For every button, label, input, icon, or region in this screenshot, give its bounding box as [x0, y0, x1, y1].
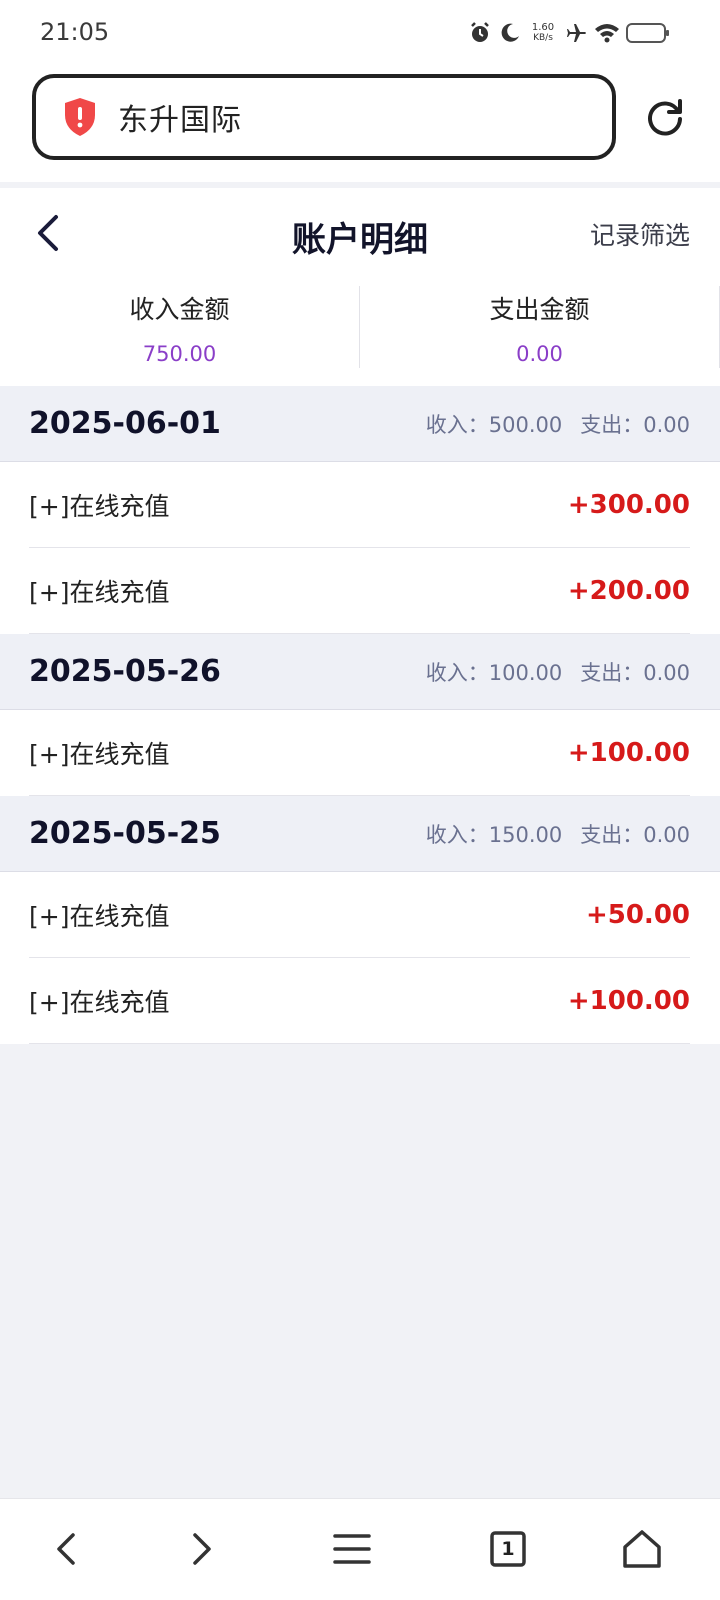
record-row[interactable]: [+]在线充值 +300.00: [29, 462, 690, 548]
alarm-icon: [471, 22, 489, 42]
chevron-left-icon: [57, 1533, 75, 1565]
reload-button[interactable]: [640, 92, 690, 142]
day-stats: 收入：150.00 支出：0.00: [426, 819, 690, 849]
record-amount: +50.00: [585, 899, 690, 930]
record-row[interactable]: [+]在线充值 +100.00: [29, 710, 690, 796]
day-header: 2025-06-01 收入：500.00 支出：0.00: [0, 386, 720, 462]
record-label: [+]在线充值: [29, 987, 170, 1017]
filter-records-button[interactable]: 记录筛选: [590, 216, 690, 252]
home-icon: [623, 1530, 661, 1568]
income-label: 收入金额: [129, 295, 230, 324]
home-button[interactable]: [612, 1519, 672, 1579]
record-amount: +200.00: [567, 575, 690, 606]
reload-icon: [648, 99, 682, 136]
nav-back-button[interactable]: [36, 1519, 96, 1579]
record-label: [+]在线充值: [29, 901, 170, 931]
day-stats: 收入：100.00 支出：0.00: [426, 657, 690, 687]
battery-icon: [626, 23, 669, 43]
moon-icon: [501, 23, 519, 42]
day-date: 2025-06-01: [29, 406, 221, 441]
day-income: 收入：500.00: [425, 412, 563, 437]
day-expense: 支出：0.00: [580, 412, 690, 437]
browser-bottom-nav: 1: [0, 1498, 720, 1600]
shield-warning-icon: [65, 98, 95, 136]
day-records: [+]在线充值 +300.00 [+]在线充值 +200.00: [0, 462, 720, 634]
record-row[interactable]: [+]在线充值 +100.00: [29, 958, 690, 1044]
day-records: [+]在线充值 +50.00 [+]在线充值 +100.00: [0, 872, 720, 1044]
airplane-icon: [567, 24, 586, 42]
day-header: 2025-05-25 收入：150.00 支出：0.00: [0, 796, 720, 872]
net-speed-unit: KB/s: [533, 33, 553, 43]
day-date: 2025-05-26: [29, 654, 221, 689]
record-amount: +100.00: [567, 985, 690, 1016]
browser-toolbar: 东升国际: [0, 64, 720, 182]
status-bar: 21:05 1.60 KB/s: [0, 0, 720, 64]
record-row[interactable]: [+]在线充值 +50.00: [29, 872, 690, 958]
nav-forward-button[interactable]: [172, 1519, 232, 1579]
tab-count: 1: [501, 1538, 515, 1560]
day-date: 2025-05-25: [29, 816, 221, 851]
net-speed: 1.60 KB/s: [528, 22, 558, 44]
income-value: 750.00: [142, 342, 217, 366]
chevron-right-icon: [193, 1533, 211, 1565]
record-amount: +300.00: [567, 489, 690, 520]
records-list: 2025-06-01 收入：500.00 支出：0.00 [+]在线充值 +30…: [0, 386, 720, 1044]
page: 21:05 1.60 KB/s 东升国际 账户明细 记录筛选 收入金额 750.…: [0, 0, 720, 1600]
net-speed-value: 1.60: [531, 22, 555, 33]
record-label: [+]在线充值: [29, 739, 170, 769]
record-label: [+]在线充值: [29, 491, 170, 521]
record-amount: +100.00: [567, 737, 690, 768]
income-summary: 收入金额 750.00: [0, 286, 360, 368]
summary-panel: 收入金额 750.00 支出金额 0.00: [0, 278, 720, 386]
day-records: [+]在线充值 +100.00: [0, 710, 720, 796]
expense-summary: 支出金额 0.00: [360, 286, 720, 368]
app-header: 账户明细 记录筛选: [0, 188, 720, 278]
record-label: [+]在线充值: [29, 577, 170, 607]
record-row[interactable]: [+]在线充值 +200.00: [29, 548, 690, 634]
wifi-icon: [595, 24, 619, 43]
menu-icon: [333, 1534, 371, 1564]
tabs-button[interactable]: 1: [478, 1519, 538, 1579]
address-bar[interactable]: 东升国际: [32, 74, 616, 160]
expense-label: 支出金额: [489, 295, 590, 324]
expense-value: 0.00: [516, 342, 563, 366]
menu-button[interactable]: [322, 1519, 382, 1579]
address-text: 东升国际: [118, 103, 242, 138]
day-income: 收入：100.00: [425, 660, 563, 685]
day-expense: 支出：0.00: [580, 660, 690, 685]
status-time: 21:05: [40, 18, 110, 46]
day-header: 2025-05-26 收入：100.00 支出：0.00: [0, 634, 720, 710]
day-income: 收入：150.00: [425, 822, 563, 847]
day-stats: 收入：500.00 支出：0.00: [426, 409, 690, 439]
day-expense: 支出：0.00: [580, 822, 690, 847]
status-icons: 1.60 KB/s: [468, 18, 670, 48]
